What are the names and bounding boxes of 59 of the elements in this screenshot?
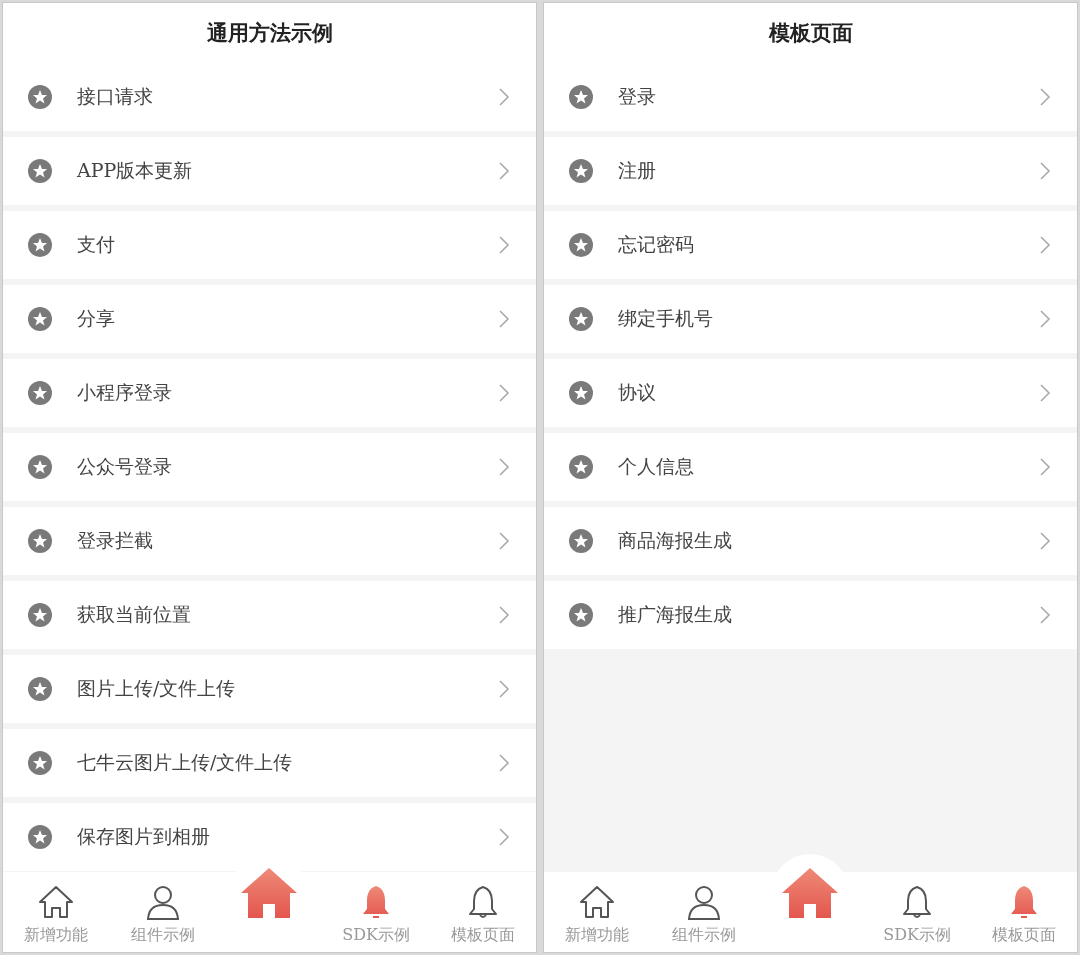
chevron-right-icon (1039, 457, 1051, 477)
chevron-right-icon (1039, 531, 1051, 551)
chevron-right-icon (1039, 605, 1051, 625)
chevron-right-icon (1039, 161, 1051, 181)
menu-item[interactable]: 登录 (544, 63, 1077, 131)
menu-item[interactable]: APP版本更新 (3, 137, 536, 205)
menu-item-label: 获取当前位置 (77, 602, 192, 627)
chevron-right-icon (498, 235, 510, 255)
menu-item-label: 商品海报生成 (618, 528, 733, 553)
chevron-right-icon (498, 605, 510, 625)
menu-item-label: 推广海报生成 (618, 602, 733, 627)
menu-item[interactable]: 获取当前位置 (3, 581, 536, 649)
menu-item[interactable]: 公众号登录 (3, 433, 536, 501)
menu-item-label: 接口请求 (77, 84, 154, 109)
menu-item-label: 登录拦截 (77, 528, 154, 553)
menu-item-label: 注册 (618, 158, 657, 183)
menu-item[interactable]: 绑定手机号 (544, 285, 1077, 353)
menu-item[interactable]: 忘记密码 (544, 211, 1077, 279)
chevron-right-icon (498, 679, 510, 699)
chevron-right-icon (1039, 383, 1051, 403)
menu-item-label: 公众号登录 (77, 454, 173, 479)
menu-item-label: 绑定手机号 (618, 306, 714, 331)
menu-item[interactable]: 分享 (3, 285, 536, 353)
menu-item[interactable]: 图片上传/文件上传 (3, 655, 536, 723)
menu-item[interactable]: 保存图片到相册 (3, 803, 536, 871)
menu-item[interactable]: 推广海报生成 (544, 581, 1077, 649)
chevron-right-icon (498, 457, 510, 477)
menu-item-label: 支付 (77, 232, 116, 257)
page-title: 通用方法示例 (206, 19, 333, 47)
chevron-right-icon (498, 161, 510, 181)
menu-item[interactable]: 注册 (544, 137, 1077, 205)
menu-item-label: 保存图片到相册 (77, 824, 211, 849)
menu-item-label: 登录 (618, 84, 657, 109)
menu-item[interactable]: 登录拦截 (3, 507, 536, 575)
menu-item[interactable]: 商品海报生成 (544, 507, 1077, 575)
menu-item[interactable]: 个人信息 (544, 433, 1077, 501)
page-title: 模板页面 (768, 19, 853, 47)
chevron-right-icon (498, 827, 510, 847)
menu-item[interactable]: 支付 (3, 211, 536, 279)
menu-item[interactable]: 协议 (544, 359, 1077, 427)
chevron-right-icon (498, 531, 510, 551)
menu-item[interactable]: 七牛云图片上传/文件上传 (3, 729, 536, 797)
chevron-right-icon (498, 309, 510, 329)
chevron-right-icon (498, 383, 510, 403)
menu-item-label: 图片上传/文件上传 (77, 676, 237, 701)
menu-item-label: 协议 (618, 380, 657, 405)
chevron-right-icon (1039, 87, 1051, 107)
chevron-right-icon (498, 753, 510, 773)
menu-item[interactable]: 接口请求 (3, 63, 536, 131)
chevron-right-icon (1039, 309, 1051, 329)
menu-item-label: 小程序登录 (77, 380, 173, 405)
chevron-right-icon (1039, 235, 1051, 255)
chevron-right-icon (498, 87, 510, 107)
menu-item[interactable]: 小程序登录 (3, 359, 536, 427)
menu-item-label: 忘记密码 (618, 232, 695, 257)
menu-item-label: 个人信息 (618, 454, 695, 479)
menu-item-label: 分享 (77, 306, 116, 331)
menu-item-label: APP版本更新 (77, 158, 194, 183)
menu-item-label: 七牛云图片上传/文件上传 (77, 750, 294, 775)
